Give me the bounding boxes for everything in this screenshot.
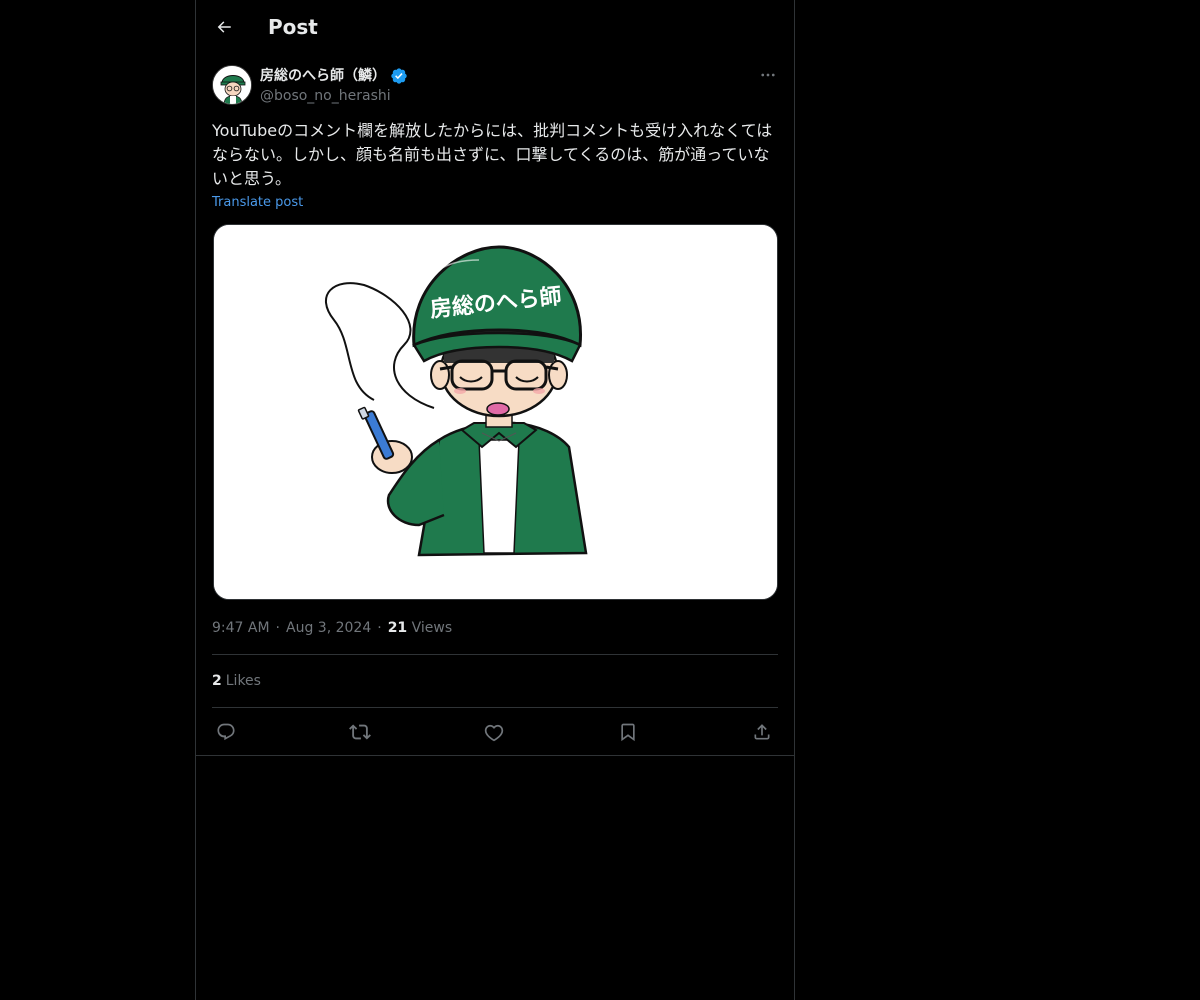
divider <box>212 654 778 655</box>
author-name-row[interactable]: 房総のへら師（鱗） <box>260 65 408 87</box>
verified-badge-icon <box>390 67 408 85</box>
arrow-left-icon <box>217 21 231 33</box>
translate-post-link[interactable]: Translate post <box>212 194 303 212</box>
author-handle[interactable]: @boso_no_herashi <box>260 86 391 106</box>
repost-icon <box>349 724 371 740</box>
post-time[interactable]: 9:47 AM <box>212 620 270 636</box>
avatar-image <box>213 66 251 104</box>
likes-count: 2 <box>212 673 222 689</box>
views-count: 21 <box>387 620 408 636</box>
more-horizontal-icon <box>761 73 775 77</box>
post-text: YouTubeのコメント欄を解放したからには、批判コメントも受け入れなくてはなら… <box>212 121 773 188</box>
views-label: Views <box>411 620 453 636</box>
reply-button[interactable] <box>212 718 240 746</box>
likes-summary[interactable]: 2 Likes <box>212 671 261 691</box>
page-title: Post <box>268 15 318 39</box>
post-image[interactable]: 房総のへら師 <box>213 224 778 600</box>
bookmark-button[interactable] <box>614 718 642 746</box>
heart-icon <box>484 724 504 742</box>
divider <box>212 707 778 708</box>
repost-button[interactable] <box>346 718 374 746</box>
likes-label: Likes <box>225 673 261 689</box>
like-button[interactable] <box>480 718 508 746</box>
action-bar <box>212 718 778 746</box>
divider <box>196 755 794 756</box>
post-column: Post 房総のへら師（鱗） @boso_no_herashi YouTubeの… <box>195 0 795 1000</box>
share-button[interactable] <box>748 718 776 746</box>
post-header: Post <box>196 0 794 54</box>
reply-icon <box>217 723 235 741</box>
share-icon <box>754 724 770 740</box>
more-options-button[interactable] <box>756 65 780 85</box>
bookmark-icon <box>621 723 635 742</box>
post-date[interactable]: Aug 3, 2024 <box>286 620 371 636</box>
illustration-man-with-cap: 房総のへら師 <box>214 225 777 599</box>
back-button[interactable] <box>206 9 242 45</box>
post-meta: 9:47 AM · Aug 3, 2024 · 21 Views <box>212 620 453 636</box>
avatar[interactable] <box>212 65 252 105</box>
author-display-name[interactable]: 房総のへら師（鱗） <box>260 66 386 86</box>
